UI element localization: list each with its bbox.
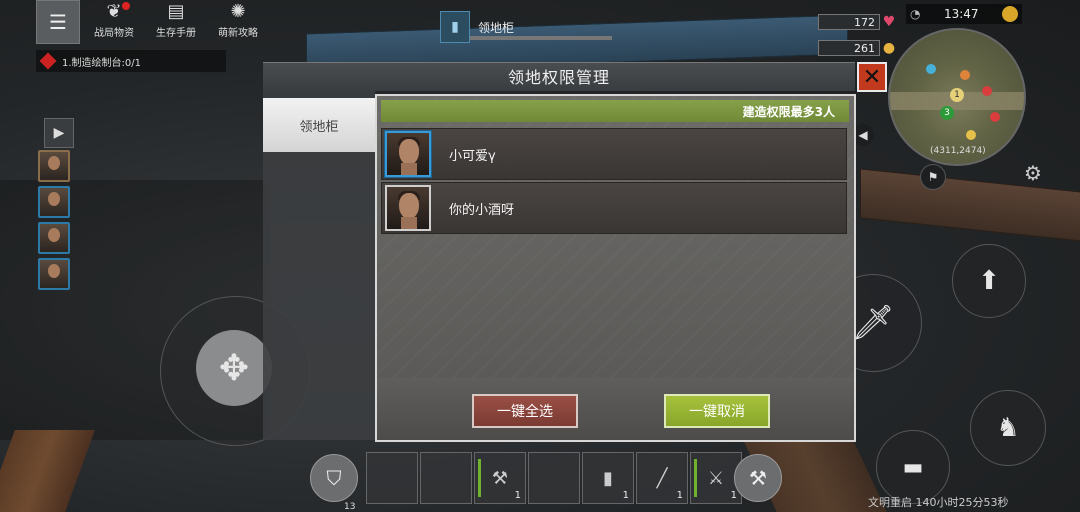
- avatar-neck: [401, 163, 417, 175]
- health-stat: 172: [818, 14, 880, 30]
- member-row[interactable]: 小可爱γ: [381, 128, 847, 180]
- team-avatar[interactable]: [38, 186, 70, 218]
- toolbar-item-label: 生存手册: [156, 28, 196, 39]
- gift-icon: ❦: [106, 1, 122, 22]
- book-icon: ▤: [167, 1, 185, 22]
- hotbar: ⚒ 1 ▮ 1 ╱ 1 ⚔ 1: [366, 452, 742, 504]
- map-marker-icon: [982, 86, 992, 96]
- crouch-button[interactable]: ♞: [970, 390, 1046, 466]
- cabinet-icon: ▮: [440, 11, 470, 43]
- limit-banner: 建造权限最多3人: [381, 100, 849, 122]
- select-all-button[interactable]: 一键全选: [472, 394, 578, 428]
- rebuild-countdown: 文明重启 140小时25分53秒: [868, 496, 1009, 509]
- minimap-coords: (4311,2474): [930, 146, 986, 156]
- durability-bar: [478, 459, 481, 497]
- hotbar-slot[interactable]: [528, 452, 580, 504]
- quest-diamond-icon: [39, 52, 57, 70]
- team-avatars: [38, 150, 70, 290]
- tab-label: 领地柜: [299, 119, 339, 135]
- team-avatar[interactable]: [38, 258, 70, 290]
- backpack-icon[interactable]: ⛉: [310, 454, 358, 502]
- slot-count: 1: [514, 490, 521, 501]
- compass-icon: ✺: [230, 1, 246, 22]
- member-row[interactable]: 你的小酒呀: [381, 182, 847, 234]
- dialog-title: 领地权限管理: [507, 68, 610, 87]
- craft-hammer-icon[interactable]: ⚒: [734, 454, 782, 502]
- slot-count: 1: [622, 490, 629, 501]
- map-marker-icon: [960, 70, 970, 80]
- quest-tracker[interactable]: 1.制造绘制台:0/1: [36, 50, 226, 72]
- coin-icon[interactable]: [1001, 6, 1018, 22]
- avatar-face: [399, 139, 419, 165]
- axe-icon: ⚔: [707, 467, 725, 489]
- scene-plank-bottom-left: [0, 430, 95, 512]
- limit-text: 建造权限最多3人: [742, 104, 835, 119]
- dialog-footer: [377, 378, 854, 440]
- target-info: ▮ 领地柜: [440, 11, 612, 43]
- map-marker-icon: 3: [940, 106, 954, 120]
- slot-count: 1: [730, 490, 737, 501]
- jump-button[interactable]: ⬆: [952, 244, 1026, 318]
- notification-dot: [122, 2, 130, 10]
- slot-count: 1: [676, 490, 683, 501]
- map-marker-icon: [926, 64, 936, 74]
- toolbar-item-beginner-guide[interactable]: ✺ 萌新攻略: [210, 0, 266, 42]
- team-avatar[interactable]: [38, 150, 70, 182]
- menu-list-icon[interactable]: ☰: [36, 0, 80, 44]
- cabinet-icon: ▮: [603, 467, 613, 489]
- gear-icon[interactable]: ⚙: [1020, 160, 1046, 186]
- durability-bar: [694, 459, 697, 497]
- flag-icon[interactable]: ⚑: [920, 164, 946, 190]
- move-arrows-icon[interactable]: ✥: [196, 330, 272, 406]
- avatar-face: [399, 193, 419, 219]
- target-name: 领地柜: [478, 20, 515, 35]
- toolbar-item-label: 战局物资: [94, 28, 134, 39]
- avatar-neck: [401, 217, 417, 229]
- avatar: [385, 185, 431, 231]
- hotbar-slot[interactable]: ⚒ 1: [474, 452, 526, 504]
- food-icon: ●: [882, 40, 896, 56]
- hammer-icon: ⚒: [491, 467, 509, 489]
- food-value: 261: [854, 41, 875, 55]
- avatar: [385, 131, 431, 177]
- toolbar-item-match-supplies[interactable]: ❦ 战局物资: [86, 0, 142, 42]
- map-marker-icon: 1: [950, 88, 964, 102]
- status-clock: ◔ 13:47: [906, 4, 1022, 24]
- health-value: 172: [854, 15, 875, 29]
- member-name: 小可爱γ: [449, 148, 496, 164]
- scene-beam-right: [860, 168, 1080, 242]
- minimap[interactable]: 3 1 (4311,2474): [888, 28, 1026, 166]
- hotbar-slot[interactable]: [420, 452, 472, 504]
- target-health-bar: [470, 36, 612, 40]
- map-marker-icon: [966, 130, 976, 140]
- weapon-switch-button[interactable]: ▬: [876, 430, 950, 504]
- member-name: 你的小酒呀: [449, 202, 515, 218]
- close-icon[interactable]: ✕: [857, 62, 887, 92]
- clock-time: 13:47: [943, 7, 979, 21]
- team-avatar[interactable]: [38, 222, 70, 254]
- wifi-icon: ◔: [910, 7, 921, 21]
- cancel-all-button[interactable]: 一键取消: [664, 394, 770, 428]
- play-icon[interactable]: ▶: [44, 118, 74, 148]
- food-stat: 261: [818, 40, 880, 56]
- heart-icon: ♥: [882, 14, 896, 30]
- player-level: 13: [344, 502, 356, 512]
- hotbar-slot[interactable]: ╱ 1: [636, 452, 688, 504]
- tab-territory-cabinet[interactable]: 领地柜: [263, 98, 375, 152]
- quest-text: 1.制造绘制台:0/1: [62, 57, 142, 69]
- hotbar-slot[interactable]: [366, 452, 418, 504]
- hotbar-slot[interactable]: ▮ 1: [582, 452, 634, 504]
- map-marker-icon: [990, 112, 1000, 122]
- top-toolbar: ☰ ❦ 战局物资 ▤ 生存手册 ✺ 萌新攻略: [36, 0, 266, 44]
- toolbar-item-label: 萌新攻略: [218, 28, 258, 39]
- toolbar-item-survival-manual[interactable]: ▤ 生存手册: [148, 0, 204, 42]
- torch-icon: ╱: [656, 467, 668, 489]
